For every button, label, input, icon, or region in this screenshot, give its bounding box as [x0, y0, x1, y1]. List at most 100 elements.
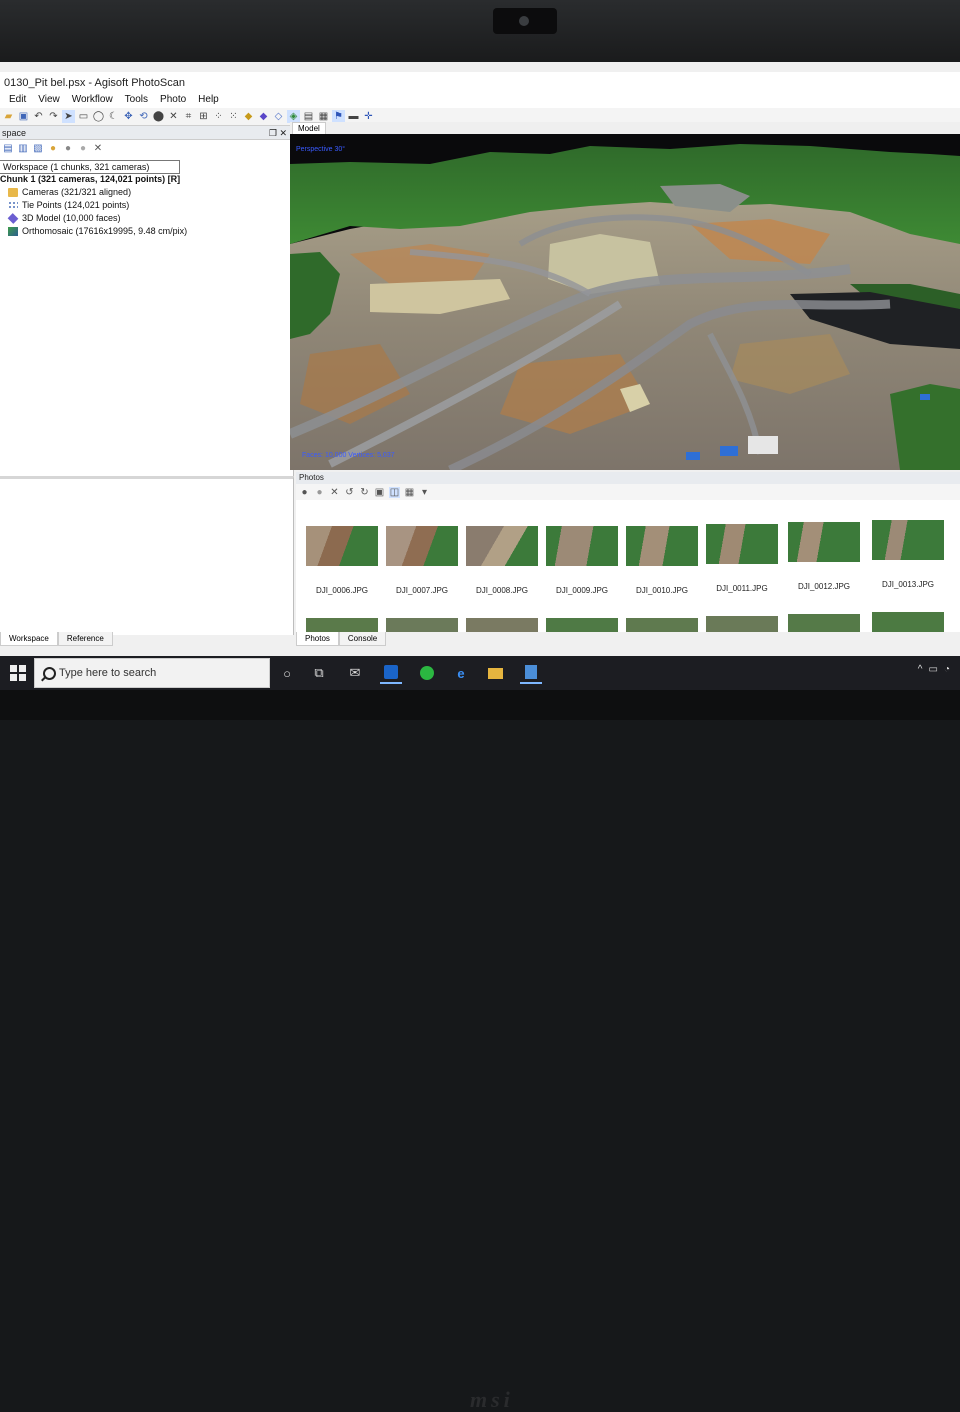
navigation-icon[interactable]: ➤	[62, 110, 75, 123]
tree-item-3d-model[interactable]: 3D Model (10,000 faces)	[7, 212, 121, 224]
photo-thumbnail[interactable]	[306, 618, 378, 632]
photos-grid: DJI_0006.JPG DJI_0007.JPG DJI_0008.JPG D…	[296, 500, 960, 632]
rotate-left-icon[interactable]: ↺	[344, 487, 355, 498]
photo-thumbnail[interactable]	[386, 618, 458, 632]
photo-thumbnail[interactable]	[872, 612, 944, 632]
tab-workspace[interactable]: Workspace	[0, 632, 58, 646]
menu-edit[interactable]: Edit	[3, 92, 32, 108]
tree-item-cameras[interactable]: Cameras (321/321 aligned)	[8, 186, 131, 198]
rotate-right-icon[interactable]: ↻	[359, 487, 370, 498]
photo-thumbnail[interactable]	[706, 524, 778, 564]
undo-icon[interactable]: ↶	[32, 110, 45, 123]
add-folder-icon[interactable]: ▧	[32, 143, 44, 155]
disable-camera-icon[interactable]: ●	[314, 487, 325, 498]
workspace-toolbar: ▤ ▥ ▧ ● ● ● ✕	[0, 140, 295, 158]
remove-camera-icon[interactable]: ✕	[329, 487, 340, 498]
redo-icon[interactable]: ↷	[47, 110, 60, 123]
close-panel-icon[interactable]: ✕	[279, 128, 287, 138]
model-viewport[interactable]: Perspective 30° Faces: 10,000 Vertices: …	[290, 134, 960, 470]
show-points-icon[interactable]: ⁘	[212, 110, 225, 123]
photo-thumbnail[interactable]	[706, 616, 778, 632]
menu-workflow[interactable]: Workflow	[66, 92, 119, 108]
shaded-model-icon[interactable]: ◆	[242, 110, 255, 123]
photo-thumbnail[interactable]	[546, 526, 618, 566]
disable-icon[interactable]: ●	[62, 143, 74, 155]
photoscan-taskbar-icon[interactable]	[520, 662, 542, 684]
move-object-icon[interactable]: ✥	[122, 110, 135, 123]
add-chunk-icon[interactable]: ▤	[2, 143, 14, 155]
edge-icon[interactable]: e	[450, 662, 472, 684]
network-icon[interactable]: ◔	[944, 664, 950, 675]
tree-item-tie-points[interactable]: Tie Points (124,021 points)	[8, 199, 129, 211]
delete-selection-icon[interactable]: ✕	[167, 110, 180, 123]
tab-photos[interactable]: Photos	[296, 632, 339, 646]
tree-item-orthomosaic-label: Orthomosaic (17616x19995, 9.48 cm/pix)	[22, 226, 188, 236]
free-selection-icon[interactable]: ☾	[107, 110, 120, 123]
photo-thumbnail-label: DJI_0010.JPG	[635, 586, 689, 595]
enable-camera-icon[interactable]: ●	[299, 487, 310, 498]
task-view-icon[interactable]: ⧉	[308, 662, 330, 684]
photos-toolbar: ● ● ✕ ↺ ↻ ▣ ◫ ▦ ▾	[296, 484, 960, 500]
disable-gray-icon[interactable]: ●	[77, 143, 89, 155]
monitor-bezel-top	[0, 0, 960, 62]
taskbar-search[interactable]: Type here to search	[34, 658, 270, 688]
photo-thumbnail[interactable]	[386, 526, 458, 566]
whatsapp-icon[interactable]	[416, 662, 438, 684]
scale-object-icon[interactable]: ⬤	[152, 110, 165, 123]
float-panel-icon[interactable]: ❐	[269, 128, 277, 138]
save-icon[interactable]: ▣	[17, 110, 30, 123]
photo-thumbnail[interactable]	[546, 618, 618, 632]
photo-thumbnail[interactable]	[788, 614, 860, 632]
chevron-down-icon[interactable]: ▾	[419, 487, 430, 498]
windows-start-icon[interactable]	[10, 665, 26, 681]
photo-thumbnail[interactable]	[466, 618, 538, 632]
filter-photos-icon[interactable]: ◫	[389, 486, 400, 498]
points-icon	[8, 200, 18, 210]
menu-help[interactable]: Help	[192, 92, 225, 108]
menu-tools[interactable]: Tools	[119, 92, 154, 108]
cortana-icon[interactable]: ○	[276, 662, 298, 684]
wireframe-model-icon[interactable]: ◇	[272, 110, 285, 123]
screen: 0130_Pit bel.psx - Agisoft PhotoScan Edi…	[0, 62, 960, 690]
photo-thumbnail-label: DJI_0006.JPG	[315, 586, 369, 595]
file-explorer-icon[interactable]	[484, 662, 506, 684]
tab-reference[interactable]: Reference	[57, 632, 113, 646]
remove-items-icon[interactable]: ✕	[92, 143, 104, 155]
rectangle-selection-icon[interactable]: ▭	[77, 110, 90, 123]
photo-thumbnail[interactable]	[466, 526, 538, 566]
panel-controls: ❐ ✕	[269, 126, 287, 140]
tab-console[interactable]: Console	[338, 632, 387, 646]
photo-thumbnail[interactable]	[788, 522, 860, 562]
view-photo-icon[interactable]: ▣	[374, 487, 385, 498]
workspace-root[interactable]: Workspace (1 chunks, 321 cameras)	[0, 160, 180, 174]
photo-thumbnail[interactable]	[306, 526, 378, 566]
open-icon[interactable]: ▰	[2, 110, 15, 123]
tree-item-orthomosaic[interactable]: Orthomosaic (17616x19995, 9.48 cm/pix)	[8, 225, 187, 237]
view-mode-label: Perspective 30°	[296, 146, 346, 153]
tab-model[interactable]: Model	[292, 122, 326, 134]
add-photos-icon[interactable]: ▥	[17, 143, 29, 155]
mail-icon[interactable]: ✉	[344, 662, 366, 684]
photo-thumbnail-label: DJI_0011.JPG	[716, 584, 768, 593]
search-icon	[43, 667, 56, 680]
circle-selection-icon[interactable]: ◯	[92, 110, 105, 123]
menu-photo[interactable]: Photo	[154, 92, 192, 108]
crop-selection-icon[interactable]: ⌗	[182, 110, 195, 123]
photo-thumbnail[interactable]	[626, 526, 698, 566]
chunk-label: Chunk 1 (321 cameras, 124,021 points) [R…	[0, 174, 181, 184]
show-cameras-icon[interactable]: ⊞	[197, 110, 210, 123]
thumbnail-size-icon[interactable]: ▦	[404, 487, 415, 498]
photo-thumbnail[interactable]	[626, 618, 698, 632]
battery-icon[interactable]: ▭	[929, 664, 938, 675]
solid-model-icon[interactable]: ◆	[257, 110, 270, 123]
menu-view[interactable]: View	[32, 92, 66, 108]
tray-chevron-icon[interactable]: ^	[918, 664, 923, 675]
rotate-object-icon[interactable]: ⟲	[137, 110, 150, 123]
chunk-item[interactable]: Chunk 1 (321 cameras, 124,021 points) [R…	[0, 173, 180, 185]
outlook-icon[interactable]	[380, 662, 402, 684]
photos-panel-tabs: Photos Console	[296, 632, 960, 646]
photo-thumbnail-label: DJI_0008.JPG	[475, 586, 529, 595]
dense-cloud-icon[interactable]: ⁙	[227, 110, 240, 123]
photo-thumbnail[interactable]	[872, 520, 944, 560]
enable-icon[interactable]: ●	[47, 143, 59, 155]
